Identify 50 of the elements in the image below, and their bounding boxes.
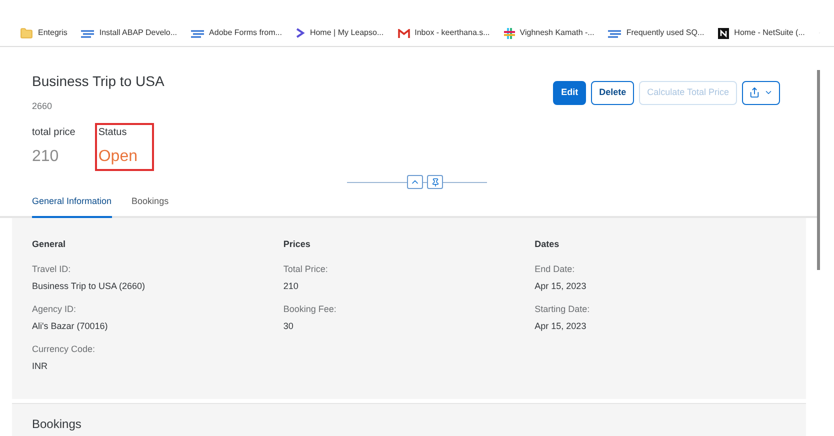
group-title: Dates <box>534 238 560 250</box>
hash-icon <box>504 28 515 39</box>
field-value: Apr 15, 2023 <box>534 320 588 333</box>
field-label: Total Price: <box>283 263 329 276</box>
collapse-button[interactable] <box>407 175 423 189</box>
field-value: Business Trip to USA (2660) <box>32 280 146 293</box>
field-value: Ali's Bazar (70016) <box>32 320 109 333</box>
kpi-label: Status <box>98 126 128 140</box>
page-subtitle: 2660 <box>32 100 54 112</box>
field-value: INR <box>32 360 48 372</box>
field-label: Agency ID: <box>32 303 78 316</box>
bookmark[interactable]: Home | My Leapso... <box>296 27 384 40</box>
n-square-icon <box>718 28 730 39</box>
kpi-value: 210 <box>32 147 60 167</box>
mail-icon <box>398 28 410 38</box>
section-title: Bookings <box>32 417 82 431</box>
field-value: 210 <box>283 280 300 292</box>
bookmark[interactable]: Home - NetSuite (... <box>718 27 805 40</box>
bookmark[interactable]: Vighnesh Kamath -... <box>504 27 594 40</box>
pin-icon <box>430 178 440 186</box>
kpi-value: Open <box>98 147 138 167</box>
field-value: Apr 15, 2023 <box>534 280 588 293</box>
page-title: Business Trip to USA <box>32 72 164 91</box>
stripes-icon <box>191 28 204 38</box>
bookmark[interactable]: Adobe Forms from... <box>191 27 282 40</box>
field-label: Currency Code: <box>32 343 96 356</box>
group-title: Prices <box>283 238 312 250</box>
scrollbar[interactable] <box>817 70 820 270</box>
action-button[interactable]: Edit <box>553 80 586 104</box>
kpi-label: total price <box>32 126 76 140</box>
bookmark[interactable]: Frequently used SQ... <box>608 27 704 40</box>
chevron-icon <box>296 28 305 38</box>
share-button[interactable] <box>742 80 780 104</box>
action-button[interactable]: Delete <box>591 80 634 104</box>
bookmark[interactable]: Install ABAP Develo... <box>81 27 178 40</box>
stripes-icon <box>608 28 622 38</box>
field-label: Booking Fee: <box>283 303 338 316</box>
stripes-icon <box>81 28 94 38</box>
tab[interactable]: Bookings <box>132 195 169 216</box>
field-label: End Date: <box>534 263 576 276</box>
share-icon <box>749 87 760 98</box>
group-title: General <box>32 238 67 250</box>
bookmark[interactable]: Entegris <box>20 26 68 40</box>
folder-icon <box>20 26 33 40</box>
field-label: Travel ID: <box>32 263 72 276</box>
bookmark[interactable]: Inbox - keerthana.s... <box>398 27 490 40</box>
field-label: Starting Date: <box>534 303 591 316</box>
chevron-down-icon <box>764 88 773 97</box>
field-value: 30 <box>283 320 294 332</box>
pin-button[interactable] <box>427 175 443 189</box>
